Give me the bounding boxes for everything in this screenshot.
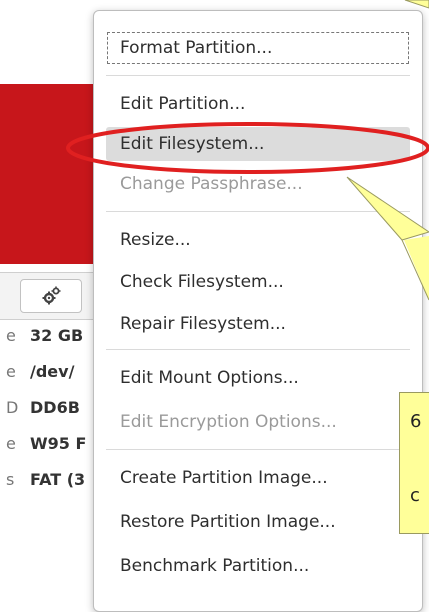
callout-box: 6 c — [399, 392, 429, 534]
menu-item-edit-encryption-options: Edit Encryption Options... — [120, 412, 337, 432]
property-value: W95 F — [30, 434, 87, 453]
menu-separator — [106, 449, 410, 450]
menu-item-edit-mount-options[interactable]: Edit Mount Options... — [106, 361, 410, 395]
partition-toolbar — [0, 272, 100, 320]
property-row-partition-type: e W95 F — [0, 434, 100, 464]
menu-item-repair-filesystem[interactable]: Repair Filesystem... — [106, 307, 410, 341]
property-row-uuid: D DD6B — [0, 398, 100, 428]
menu-item-change-passphrase: Change Passphrase... — [120, 174, 303, 194]
property-value: 32 GB — [30, 326, 84, 345]
property-row-contents: s FAT (3 — [0, 470, 100, 500]
property-label: e — [6, 362, 16, 381]
property-label: e — [6, 326, 16, 345]
menu-item-format-partition[interactable]: Format Partition... — [106, 31, 410, 65]
menu-item-resize[interactable]: Resize... — [106, 223, 410, 257]
property-value: DD6B — [30, 398, 80, 417]
menu-item-restore-partition-image[interactable]: Restore Partition Image... — [106, 505, 410, 539]
property-value: /dev/ — [30, 362, 75, 381]
property-label: D — [6, 398, 19, 417]
callout-text-line: 6 — [410, 411, 422, 432]
menu-separator — [106, 75, 410, 76]
property-label: e — [6, 434, 16, 453]
partition-options-button[interactable] — [20, 279, 82, 313]
property-value: FAT (3 — [30, 470, 86, 489]
menu-separator — [106, 211, 410, 212]
menu-item-edit-partition[interactable]: Edit Partition... — [106, 87, 410, 121]
callout-text-line: c — [410, 485, 420, 506]
menu-item-benchmark-partition[interactable]: Benchmark Partition... — [106, 549, 410, 583]
menu-separator — [106, 349, 410, 350]
property-row-size: e 32 GB — [0, 326, 100, 356]
property-label: s — [6, 470, 15, 489]
property-row-device: e /dev/ — [0, 362, 100, 392]
menu-item-create-partition-image[interactable]: Create Partition Image... — [106, 461, 410, 495]
gears-icon — [42, 286, 61, 305]
menu-item-edit-filesystem[interactable]: Edit Filesystem... — [106, 127, 410, 161]
menu-item-check-filesystem[interactable]: Check Filesystem... — [106, 265, 410, 299]
partition-options-menu: Format Partition... Edit Partition... Ed… — [93, 10, 423, 612]
